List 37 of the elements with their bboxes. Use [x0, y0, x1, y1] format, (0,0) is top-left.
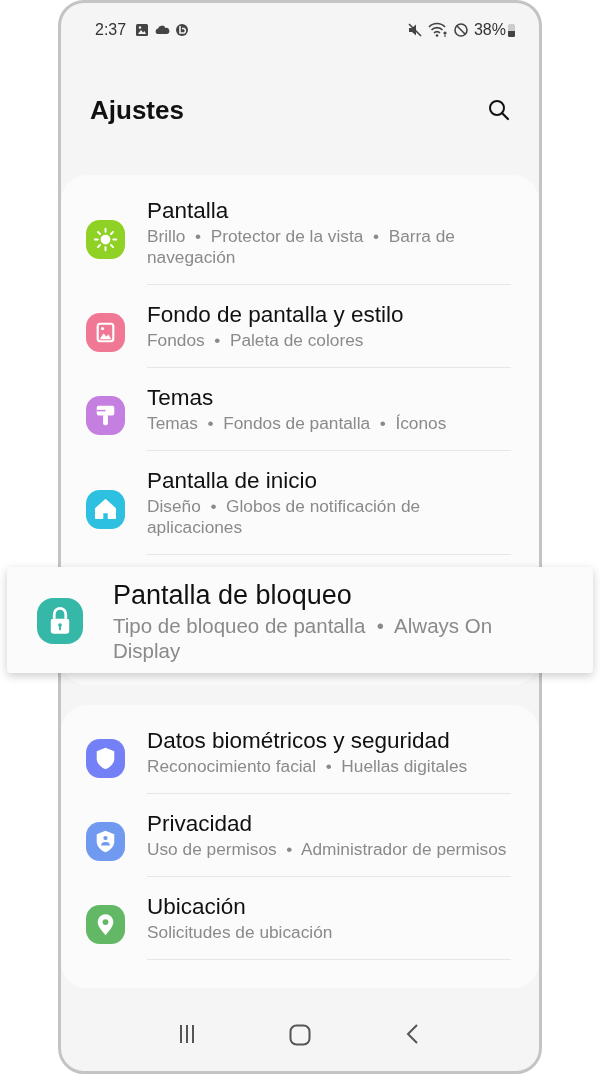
- item-title: Fondo de pantalla y estilo: [147, 301, 405, 328]
- paint-brush-icon: [85, 396, 125, 435]
- item-title: Pantalla: [147, 197, 230, 224]
- item-subtitle: Uso de permisos • Administrador de permisos: [147, 839, 508, 860]
- page-title: Ajustes: [90, 94, 184, 126]
- cloud-icon: [154, 23, 171, 37]
- item-title: Pantalla de bloqueo: [113, 579, 353, 611]
- status-time: 2:37: [95, 21, 127, 39]
- battery-icon: [508, 23, 515, 37]
- circle-icon: [175, 23, 190, 37]
- item-title: Privacidad: [147, 810, 254, 837]
- item-title: Datos biométricos y seguridad: [147, 727, 451, 754]
- item-title: Temas: [147, 384, 215, 411]
- shield-person-icon: [85, 822, 125, 861]
- block-icon: [452, 22, 469, 38]
- home-icon: [288, 1023, 312, 1047]
- item-subtitle: Fondos • Paleta de colores: [147, 330, 365, 351]
- item-subtitle: Reconocimiento facial • Huellas digitales: [147, 756, 469, 777]
- shield-icon: [85, 739, 125, 778]
- wifi-icon: [427, 22, 448, 38]
- mute-icon: [406, 22, 423, 38]
- item-title: Pantalla de inicio: [147, 467, 319, 494]
- item-subtitle: Brillo • Protector de la vista • Barra de navegación: [147, 226, 456, 268]
- item-subtitle: Tipo de bloqueo de pantalla • Always On Display: [113, 613, 494, 663]
- image-icon: [135, 23, 150, 37]
- image-icon: [85, 313, 125, 352]
- item-title: Ubicación: [147, 893, 247, 920]
- location-pin-icon: [85, 905, 125, 944]
- search-icon: [487, 98, 511, 122]
- item-subtitle: Solicitudes de ubicación: [147, 922, 334, 943]
- battery-percent: 38%: [473, 21, 506, 39]
- padlock-icon: [37, 598, 83, 644]
- settings-item[interactable]: Pantalla de bloqueo Tipo de bloqueo de pantalla • Always On Display: [7, 567, 593, 673]
- item-subtitle: Diseño • Globos de notificación de aplicaciones: [147, 496, 422, 538]
- sun-icon: [85, 219, 125, 259]
- item-subtitle: Temas • Fondos de pantalla • Íconos: [147, 413, 448, 434]
- home-icon: [85, 489, 125, 529]
